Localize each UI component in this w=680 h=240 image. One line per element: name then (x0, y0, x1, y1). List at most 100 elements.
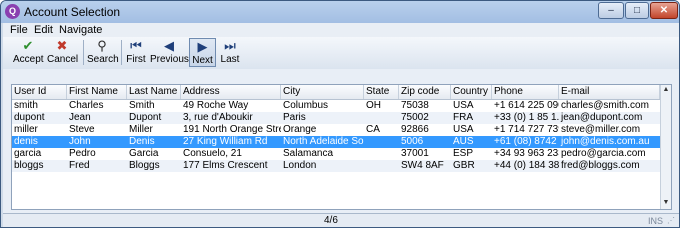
table-cell (364, 112, 399, 124)
table-cell: steve@miller.com (561, 124, 641, 135)
table-cell: 75002 (401, 112, 429, 123)
window-title: Account Selection (24, 5, 121, 19)
table-cell: +33 (0) 1 85 1... (494, 112, 559, 123)
table-cell: Miller (129, 124, 153, 135)
table-cell: smith (14, 100, 38, 111)
cancel-label: Cancel (47, 54, 79, 65)
search-label: Search (87, 54, 119, 65)
menu-edit[interactable]: Edit (34, 23, 53, 37)
menu-bar: File Edit Navigate (3, 23, 679, 37)
table-cell: Pedro (69, 148, 96, 159)
table-cell: Fred (69, 160, 90, 171)
maximize-button[interactable]: □ (625, 2, 649, 19)
column-header[interactable]: Zip code (399, 85, 451, 99)
table-row[interactable]: bloggs Fred Bloggs 177 Elms Crescent London S… (12, 160, 660, 172)
table-cell: Jean (69, 112, 91, 123)
column-header[interactable]: User Id (12, 85, 67, 99)
last-button[interactable]: ⏭ Last (218, 38, 242, 67)
table-cell: fred@bloggs.com (561, 160, 640, 171)
column-header[interactable]: Last Name (127, 85, 181, 99)
table-cell: Garcia (129, 148, 159, 159)
previous-button[interactable]: ◀ Previous (150, 38, 189, 67)
check-icon: ✔ (22, 38, 34, 53)
first-button[interactable]: ⏮ First (124, 38, 148, 67)
table-cell: Steve (69, 124, 95, 135)
search-button[interactable]: ⚲ Search (87, 38, 119, 67)
next-button[interactable]: ▶ Next (189, 38, 216, 67)
first-icon: ⏮ (130, 38, 142, 53)
table-header: User Id First Name Last Name Address Cit… (12, 85, 660, 100)
minimize-button[interactable]: – (598, 2, 624, 19)
table-cell: North Adelaide Sout... (283, 136, 364, 147)
table-cell: Consuelo, 21 (183, 148, 242, 159)
table-cell: Denis (129, 136, 155, 147)
toolbar-separator (83, 40, 84, 65)
table-cell: CA (366, 124, 380, 135)
record-position: 4/6 (324, 215, 338, 226)
column-header[interactable]: Address (181, 85, 281, 99)
table-cell: +1 714 727 7396 (494, 124, 559, 135)
table-row[interactable]: garcia Pedro Garcia Consuelo, 21 Salamanca 37… (12, 148, 660, 160)
table-cell: Salamanca (283, 148, 334, 159)
cancel-button[interactable]: ✖ Cancel (47, 38, 79, 67)
table-cell: 191 North Orange Street (183, 124, 281, 135)
column-header[interactable]: Country (451, 85, 492, 99)
table-cell (364, 136, 399, 148)
table-cell: 177 Elms Crescent (183, 160, 268, 171)
table-cell: Smith (129, 100, 155, 111)
accounts-table[interactable]: User Id First Name Last Name Address Cit… (11, 84, 672, 210)
column-header[interactable]: City (281, 85, 364, 99)
toolbar: ✔ Accept ✖ Cancel ⚲ Search ⏮ First ◀ Pre… (3, 37, 679, 70)
vertical-scrollbar[interactable]: ▲ ▼ (660, 85, 671, 209)
table-cell: bloggs (14, 160, 44, 171)
column-header[interactable]: E-mail (559, 85, 660, 99)
first-label: First (126, 54, 146, 65)
table-cell: Orange (283, 124, 317, 135)
last-label: Last (220, 54, 240, 65)
scroll-down-icon[interactable]: ▼ (661, 198, 671, 208)
menu-navigate[interactable]: Navigate (59, 23, 102, 37)
table-row[interactable]: dupont Jean Dupont 3, rue d'Aboukir Paris 750… (12, 112, 660, 124)
table-cell: 27 King William Rd (183, 136, 268, 147)
table-row[interactable]: miller Steve Miller 191 North Orange Street… (12, 124, 660, 136)
table-cell: 92866 (401, 124, 429, 135)
accept-label: Accept (13, 54, 44, 65)
table-row[interactable]: smith Charles Smith 49 Roche Way Columbus OH 7… (12, 100, 660, 112)
table-cell: SW4 8AF (401, 160, 444, 171)
binoculars-icon: ⚲ (97, 38, 107, 53)
table-cell: jean@dupont.com (561, 112, 643, 123)
column-header[interactable]: Phone (492, 85, 559, 99)
table-row-selected[interactable]: denis John Denis 27 King William Rd North Ad… (12, 136, 660, 148)
status-bar: 4/6 INS ⋰ (3, 213, 679, 227)
table-cell: GBR (453, 160, 475, 171)
table-cell: Paris (283, 112, 306, 123)
table-cell: Dupont (129, 112, 162, 123)
table-cell: Columbus (283, 100, 329, 111)
scroll-up-icon[interactable]: ▲ (661, 85, 671, 95)
close-button[interactable]: ✕ (650, 2, 678, 19)
table-cell: 3, rue d'Aboukir (183, 112, 253, 123)
table-cell: London (283, 160, 317, 171)
column-header[interactable]: First Name (67, 85, 127, 99)
table-cell: ESP (453, 148, 474, 159)
table-cell: OH (366, 100, 381, 111)
grid-area: User Id First Name Last Name Address Cit… (3, 69, 679, 213)
table-cell: +34 93 963 2335 (494, 148, 559, 159)
previous-icon: ◀ (164, 38, 174, 53)
x-icon: ✖ (56, 38, 68, 53)
column-header[interactable]: State (364, 85, 399, 99)
table-cell: +61 (08) 8742 ... (494, 136, 559, 147)
table-cell: 75038 (401, 100, 429, 111)
table-cell: FRA (453, 112, 473, 123)
accept-button[interactable]: ✔ Accept (13, 38, 44, 67)
table-cell: 49 Roche Way (183, 100, 249, 111)
table-cell: +1 614 225 0900 (494, 100, 559, 111)
menu-file[interactable]: File (10, 23, 28, 37)
table-cell (364, 160, 399, 172)
table-cell: denis (14, 136, 38, 147)
resize-grip-icon[interactable]: ⋰ (667, 216, 677, 226)
next-label: Next (192, 55, 213, 66)
next-icon: ▶ (197, 39, 208, 54)
table-cell: +44 (0) 184 38... (494, 160, 559, 171)
account-selection-window: Q Account Selection – □ ✕ File Edit Navi… (0, 0, 680, 228)
